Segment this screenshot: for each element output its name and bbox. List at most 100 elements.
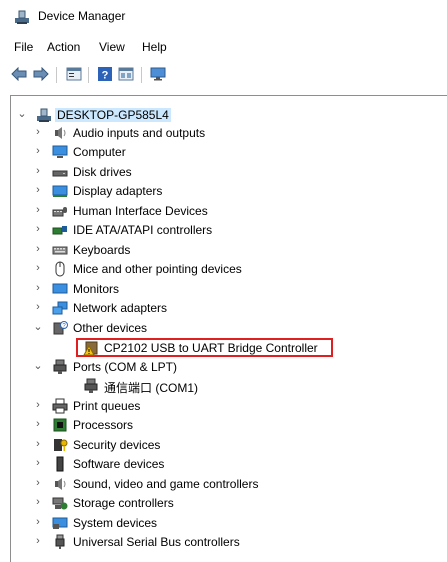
port-icon	[53, 359, 67, 374]
tree-item-label: Mice and other pointing devices	[73, 262, 242, 276]
toolbar-separator	[141, 67, 142, 83]
properties-icon[interactable]	[65, 66, 83, 82]
toolbar: ?	[0, 61, 447, 87]
menu-action[interactable]: Action	[46, 40, 81, 54]
chevron-right-icon[interactable]: ›	[33, 165, 43, 177]
chevron-right-icon[interactable]: ›	[33, 438, 43, 450]
chevron-right-icon[interactable]: ›	[33, 418, 43, 430]
mouse-icon	[55, 261, 65, 277]
tree-item-security-devices[interactable]: › Security devices	[11, 435, 441, 454]
menu-bar: File Action View Help	[0, 38, 447, 58]
window-title: Device Manager	[38, 9, 126, 23]
disk-drive-icon	[52, 170, 68, 177]
view-icon[interactable]	[117, 66, 135, 82]
printer-icon	[52, 398, 68, 414]
tree-item-label: CP2102 USB to UART Bridge Controller	[104, 341, 318, 355]
menu-help[interactable]: Help	[141, 40, 168, 54]
tree-item-processors[interactable]: › Processors	[11, 415, 441, 434]
device-manager-icon	[15, 10, 29, 24]
tree-item-label: Computer	[73, 145, 126, 159]
monitor-icon	[52, 145, 68, 158]
tree-item-usb-controllers[interactable]: › Universal Serial Bus controllers	[11, 532, 441, 551]
menu-file[interactable]: File	[13, 40, 34, 54]
speaker-icon	[55, 127, 66, 139]
tree-item-com1[interactable]: 通信端口 (COM1)	[11, 376, 441, 395]
tree-item-system-devices[interactable]: › System devices	[11, 513, 441, 532]
tree-item-label: Print queues	[73, 399, 141, 413]
tree-item-audio[interactable]: › Audio inputs and outputs	[11, 123, 441, 142]
storage-controller-icon	[52, 497, 68, 510]
chevron-right-icon[interactable]: ›	[33, 301, 43, 313]
chevron-right-icon[interactable]: ›	[33, 243, 43, 255]
tree-item-keyboards[interactable]: › Keyboards	[11, 240, 441, 259]
chevron-right-icon[interactable]: ›	[33, 282, 43, 294]
tree-item-label: Universal Serial Bus controllers	[73, 535, 240, 549]
chevron-right-icon[interactable]: ›	[33, 145, 43, 157]
tree-item-label: IDE ATA/ATAPI controllers	[73, 223, 213, 237]
tree-item-label: Display adapters	[73, 184, 163, 198]
menu-view[interactable]: View	[98, 40, 126, 54]
unknown-device-icon: ?	[53, 321, 68, 335]
tree-item-label: Sound, video and game controllers	[73, 477, 259, 491]
svg-text:?: ?	[102, 70, 109, 82]
tree-item-other-devices[interactable]: ⌄ ? Other devices	[11, 318, 441, 337]
tree-item-label: Storage controllers	[73, 496, 174, 510]
chevron-down-icon[interactable]: ⌄	[33, 321, 43, 333]
keyboard-icon	[52, 246, 68, 255]
tree-item-computer[interactable]: › Computer	[11, 142, 441, 161]
chevron-right-icon[interactable]: ›	[33, 223, 43, 235]
chevron-right-icon[interactable]: ›	[33, 496, 43, 508]
processor-icon	[53, 418, 67, 432]
title-bar: Device Manager	[0, 0, 447, 32]
chevron-right-icon[interactable]: ›	[33, 126, 43, 138]
network-adapter-icon	[52, 301, 68, 315]
display-adapter-icon	[52, 185, 68, 197]
toolbar-separator	[88, 67, 89, 83]
tree-item-print-queues[interactable]: › Print queues	[11, 396, 441, 415]
port-icon	[84, 378, 98, 393]
chevron-right-icon[interactable]: ›	[33, 262, 43, 274]
chevron-right-icon[interactable]: ›	[33, 457, 43, 469]
tree-item-label: Network adapters	[73, 301, 168, 315]
chevron-down-icon[interactable]: ⌄	[17, 108, 27, 120]
chevron-right-icon[interactable]: ›	[33, 477, 43, 489]
tree-root[interactable]: ⌄ DESKTOP-GP585L4	[11, 105, 441, 124]
ide-controller-icon	[52, 226, 67, 235]
device-tree[interactable]: ⌄ DESKTOP-GP585L4 › Audio inputs and out…	[10, 95, 447, 562]
tree-item-disk-drives[interactable]: › Disk drives	[11, 162, 441, 181]
software-device-icon	[56, 456, 64, 472]
computer-tree-icon	[37, 108, 51, 122]
chevron-right-icon[interactable]: ›	[33, 184, 43, 196]
forward-arrow-icon[interactable]	[32, 66, 50, 82]
monitor-icon[interactable]	[149, 66, 167, 82]
chevron-right-icon[interactable]: ›	[33, 535, 43, 547]
security-key-icon	[54, 439, 68, 451]
tree-item-hid[interactable]: › Human Interface Devices	[11, 201, 441, 220]
tree-item-label: Monitors	[73, 282, 120, 296]
tree-item-label: 通信端口 (COM1)	[104, 381, 198, 395]
chevron-right-icon[interactable]: ›	[33, 516, 43, 528]
help-icon[interactable]: ?	[96, 66, 114, 82]
tree-item-display-adapters[interactable]: › Display adapters	[11, 181, 441, 200]
chevron-right-icon[interactable]: ›	[33, 204, 43, 216]
tree-item-cp2102[interactable]: CP2102 USB to UART Bridge Controller	[11, 338, 441, 357]
chevron-right-icon[interactable]: ›	[33, 399, 43, 411]
tree-item-label: Processors	[73, 418, 134, 432]
tree-item-storage-controllers[interactable]: › Storage controllers	[11, 493, 441, 512]
tree-item-label: Security devices	[73, 438, 161, 452]
tree-item-sound[interactable]: › Sound, video and game controllers	[11, 474, 441, 493]
tree-item-network-adapters[interactable]: › Network adapters	[11, 298, 441, 317]
tree-item-ports[interactable]: ⌄ Ports (COM & LPT)	[11, 357, 441, 376]
tree-item-ide[interactable]: › IDE ATA/ATAPI controllers	[11, 220, 441, 239]
chevron-down-icon[interactable]: ⌄	[33, 360, 43, 372]
back-arrow-icon[interactable]	[10, 66, 28, 82]
system-device-icon	[52, 517, 68, 529]
tree-item-mice[interactable]: › Mice and other pointing devices	[11, 259, 441, 278]
tree-item-label: Other devices	[73, 321, 148, 335]
speaker-icon	[55, 478, 66, 490]
tree-item-label: Ports (COM & LPT)	[73, 360, 178, 374]
tree-item-label: Human Interface Devices	[73, 204, 208, 218]
tree-item-label: Disk drives	[73, 165, 132, 179]
tree-item-monitors[interactable]: › Monitors	[11, 279, 441, 298]
tree-item-software-devices[interactable]: › Software devices	[11, 454, 441, 473]
